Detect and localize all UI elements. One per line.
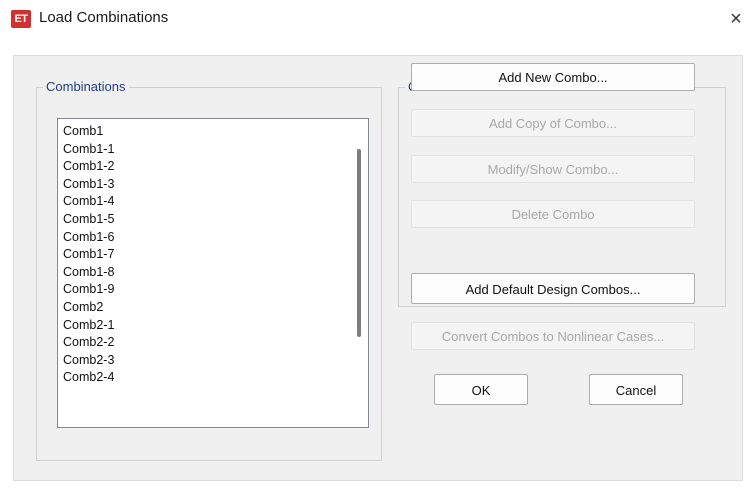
cancel-button[interactable]: Cancel: [589, 374, 683, 405]
combinations-group-label: Combinations: [43, 79, 129, 94]
add-new-combo-button[interactable]: Add New Combo...: [411, 63, 695, 91]
list-item[interactable]: Comb2-4: [63, 369, 114, 387]
scrollbar-thumb[interactable]: [357, 149, 361, 337]
combinations-list: Comb1 Comb1-1 Comb1-2 Comb1-3 Comb1-4 Comb1-5…: [63, 123, 114, 387]
list-item[interactable]: Comb1-8: [63, 264, 114, 282]
list-item[interactable]: Comb2-1: [63, 317, 114, 335]
title-bar: ET Load Combinations ×: [0, 0, 755, 40]
list-item[interactable]: Comb1-9: [63, 281, 114, 299]
load-combinations-dialog: ET Load Combinations × Combinations Comb…: [0, 0, 755, 492]
window-title: Load Combinations: [39, 9, 169, 26]
convert-combos-to-nonlinear-button[interactable]: Convert Combos to Nonlinear Cases...: [411, 322, 695, 350]
close-icon[interactable]: ×: [721, 4, 751, 34]
combinations-listbox[interactable]: Comb1 Comb1-1 Comb1-2 Comb1-3 Comb1-4 Comb1-5…: [57, 118, 369, 428]
list-item[interactable]: Comb1-1: [63, 141, 114, 159]
list-item[interactable]: Comb2: [63, 299, 114, 317]
etabs-app-icon: ET: [11, 10, 31, 28]
modify-show-combo-button[interactable]: Modify/Show Combo...: [411, 155, 695, 183]
ok-button[interactable]: OK: [434, 374, 528, 405]
list-item[interactable]: Comb1-6: [63, 229, 114, 247]
add-default-design-combos-button[interactable]: Add Default Design Combos...: [411, 273, 695, 304]
list-item[interactable]: Comb1-2: [63, 158, 114, 176]
list-item[interactable]: Comb1-7: [63, 246, 114, 264]
combinations-group: Combinations Comb1 Comb1-1 Comb1-2 Comb1-3 C…: [36, 79, 382, 461]
list-item[interactable]: Comb1-5: [63, 211, 114, 229]
add-copy-of-combo-button[interactable]: Add Copy of Combo...: [411, 109, 695, 137]
vertical-scrollbar[interactable]: [351, 119, 368, 427]
list-item[interactable]: Comb2-3: [63, 352, 114, 370]
list-item[interactable]: Comb1: [63, 123, 114, 141]
list-item[interactable]: Comb1-3: [63, 176, 114, 194]
list-item[interactable]: Comb1-4: [63, 193, 114, 211]
delete-combo-button[interactable]: Delete Combo: [411, 200, 695, 228]
list-item[interactable]: Comb2-2: [63, 334, 114, 352]
